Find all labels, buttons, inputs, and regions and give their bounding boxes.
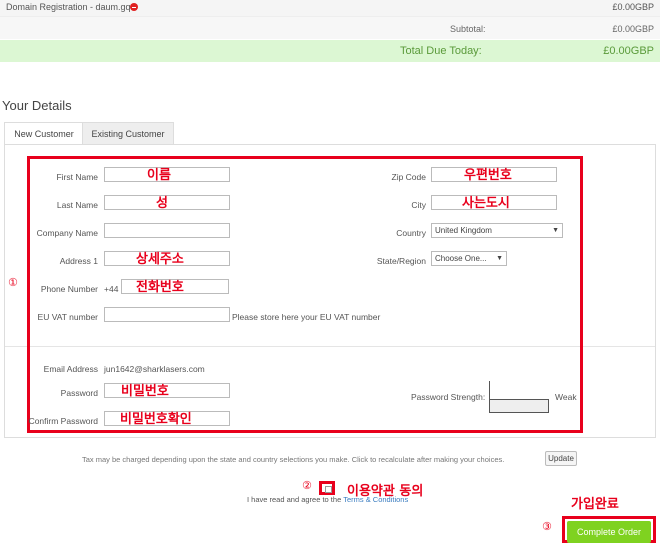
annotation-number-2: ②	[302, 479, 312, 492]
phone-prefix: +44	[104, 284, 119, 294]
order-line-item: Domain Registration - daum.gq £0.00GBP	[0, 0, 660, 16]
city-label: City	[411, 200, 426, 210]
password-annotation: 비밀번호	[121, 384, 169, 399]
vat-label: EU VAT number	[37, 312, 98, 322]
line-item-price: £0.00GBP	[612, 2, 654, 12]
total-label: Total Due Today:	[400, 45, 482, 57]
terms-checkbox[interactable]	[319, 481, 335, 495]
first-name-label: First Name	[56, 172, 98, 182]
password-label: Password	[60, 388, 98, 398]
address-annotation: 상세주소	[136, 252, 184, 267]
country-value: United Kingdom	[435, 226, 492, 235]
company-label: Company Name	[36, 228, 98, 238]
annotation-number-1: ①	[8, 276, 18, 289]
address-label: Address 1	[59, 256, 98, 266]
terms-link[interactable]: Terms & Conditions	[343, 495, 408, 504]
subtotal-row: Subtotal: £0.00GBP	[0, 16, 660, 39]
annotation-number-3: ③	[542, 520, 552, 533]
password-strength-value: Weak	[555, 392, 577, 402]
last-name-label: Last Name	[56, 200, 98, 210]
confirm-password-annotation: 비밀번호확인	[120, 412, 192, 427]
tax-note: Tax may be charged depending upon the st…	[82, 455, 505, 464]
state-value: Choose One...	[435, 254, 487, 263]
password-strength-meter	[489, 381, 549, 414]
email-label: Email Address	[43, 364, 98, 374]
country-select[interactable]: United Kingdom ▼	[431, 223, 563, 238]
confirm-password-label: Confirm Password	[28, 416, 98, 426]
update-button[interactable]: Update	[545, 451, 577, 466]
section-title: Your Details	[2, 98, 72, 113]
state-label: State/Region	[376, 256, 426, 266]
country-label: Country	[396, 228, 426, 238]
last-name-annotation: 성	[156, 196, 168, 211]
complete-order-button[interactable]: Complete Order	[567, 521, 651, 543]
password-strength-label: Password Strength:	[411, 392, 486, 402]
tab-existing-customer[interactable]: Existing Customer	[82, 122, 174, 145]
vat-hint: Please store here your EU VAT number	[232, 312, 381, 322]
email-value: jun1642@sharklasers.com	[104, 364, 205, 374]
state-select[interactable]: Choose One... ▼	[431, 251, 507, 266]
total-value: £0.00GBP	[603, 45, 654, 57]
terms-text: I have read and agree to the Terms & Con…	[247, 495, 408, 504]
line-item-label: Domain Registration - daum.gq	[6, 2, 131, 12]
chevron-down-icon: ▼	[496, 255, 503, 262]
city-annotation: 사는도시	[462, 196, 510, 211]
remove-icon[interactable]	[130, 3, 138, 11]
phone-annotation: 전화번호	[136, 280, 184, 295]
phone-label: Phone Number	[40, 284, 98, 294]
subtotal-label: Subtotal:	[450, 24, 486, 34]
tab-new-customer[interactable]: New Customer	[4, 122, 84, 145]
first-name-annotation: 이름	[147, 168, 171, 183]
complete-annotation: 가입완료	[571, 497, 619, 512]
terms-prefix: I have read and agree to the	[247, 495, 344, 504]
vat-input[interactable]	[104, 307, 230, 322]
zip-annotation: 우편번호	[464, 168, 512, 183]
company-input[interactable]	[104, 223, 230, 238]
chevron-down-icon: ▼	[552, 227, 559, 234]
zip-label: Zip Code	[391, 172, 427, 182]
subtotal-value: £0.00GBP	[612, 24, 654, 34]
total-row: Total Due Today: £0.00GBP	[0, 40, 660, 62]
